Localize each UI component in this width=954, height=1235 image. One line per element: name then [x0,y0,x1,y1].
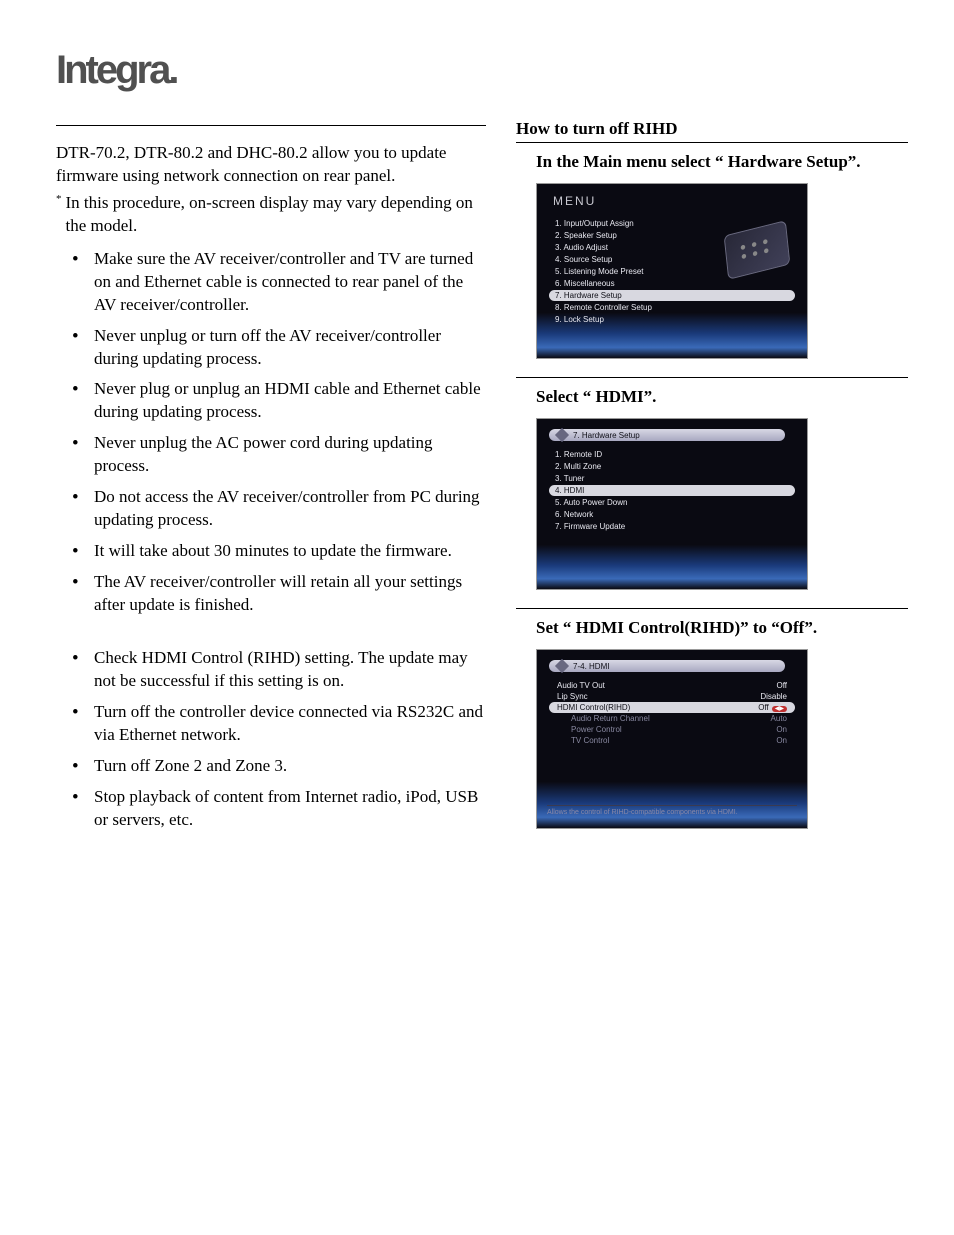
breadcrumb-icon [555,659,569,673]
section-title: How to turn off RIHD [516,119,908,139]
menu-item: 4. HDMI [549,485,795,496]
menu-item: 7. Firmware Update [549,521,795,532]
setting-row: Power ControlOn [549,724,795,735]
intro-text: DTR-70.2, DTR-80.2 and DHC-80.2 allow yo… [56,142,486,188]
step-3-text: Set “ HDMI Control(RIHD)” to “Off”. [536,617,908,639]
setting-row: TV ControlOn [549,735,795,746]
list-item: Turn off Zone 2 and Zone 3. [72,755,486,778]
breadcrumb-icon [555,428,569,442]
list-item: Make sure the AV receiver/controller and… [72,248,486,317]
menu-item: 2. Multi Zone [549,461,795,472]
list-item: Stop playback of content from Internet r… [72,786,486,832]
menu-heading: MENU [553,194,795,208]
footer-hint: Allows the control of RIHD-compatible co… [547,805,797,816]
setting-row: Audio TV OutOff [549,680,795,691]
breadcrumb: 7. Hardware Setup [549,429,785,441]
menu-item: 3. Tuner [549,473,795,484]
list-item: Turn off the controller device connected… [72,701,486,747]
breadcrumb: 7-4. HDMI [549,660,785,672]
divider [516,608,908,609]
left-column: DTR-70.2, DTR-80.2 and DHC-80.2 allow yo… [56,119,486,847]
menu-item: 6. Network [549,509,795,520]
empty-marker [72,625,486,643]
menu-item: 8. Remote Controller Setup [549,302,795,313]
right-column: How to turn off RIHD In the Main menu se… [516,119,908,847]
list-item: Never unplug the AC power cord during up… [72,432,486,478]
setting-row: HDMI Control(RIHD)Off◀▶ [549,702,795,713]
step-1-text: In the Main menu select “ Hardware Setup… [536,151,908,173]
menu-item: 9. Lock Setup [549,314,795,325]
settings-rows: Audio TV OutOffLip SyncDisableHDMI Contr… [549,680,795,746]
divider [56,125,486,126]
divider [516,377,908,378]
menu-item: 7. Hardware Setup [549,290,795,301]
bullet-list-a: Make sure the AV receiver/controller and… [56,248,486,617]
list-item: Do not access the AV receiver/controller… [72,486,486,532]
list-item: Never unplug or turn off the AV receiver… [72,325,486,371]
menu-item: 1. Remote ID [549,449,795,460]
list-item: Check HDMI Control (RIHD) setting. The u… [72,647,486,693]
list-item: It will take about 30 minutes to update … [72,540,486,563]
setting-row: Lip SyncDisable [549,691,795,702]
list-item: The AV receiver/controller will retain a… [72,571,486,617]
menu-screenshot-2: 7. Hardware Setup 1. Remote ID2. Multi Z… [536,418,808,590]
brand-logo: Integra. [56,48,908,93]
menu-item: 6. Miscellaneous [549,278,795,289]
menu-screenshot-3: 7-4. HDMI Audio TV OutOffLip SyncDisable… [536,649,808,829]
menu-item: 5. Auto Power Down [549,497,795,508]
bullet-list-b: Check HDMI Control (RIHD) setting. The u… [56,647,486,832]
menu-list: 1. Remote ID2. Multi Zone3. Tuner4. HDMI… [549,449,795,532]
list-item: Never plug or unplug an HDMI cable and E… [72,378,486,424]
asterisk-note: * In this procedure, on-screen display m… [56,192,486,238]
divider [516,142,908,143]
step-2-text: Select “ HDMI”. [536,386,908,408]
menu-screenshot-1: MENU 1. Input/Output Assign2. Speaker Se… [536,183,808,359]
setting-row: Audio Return ChannelAuto [549,713,795,724]
